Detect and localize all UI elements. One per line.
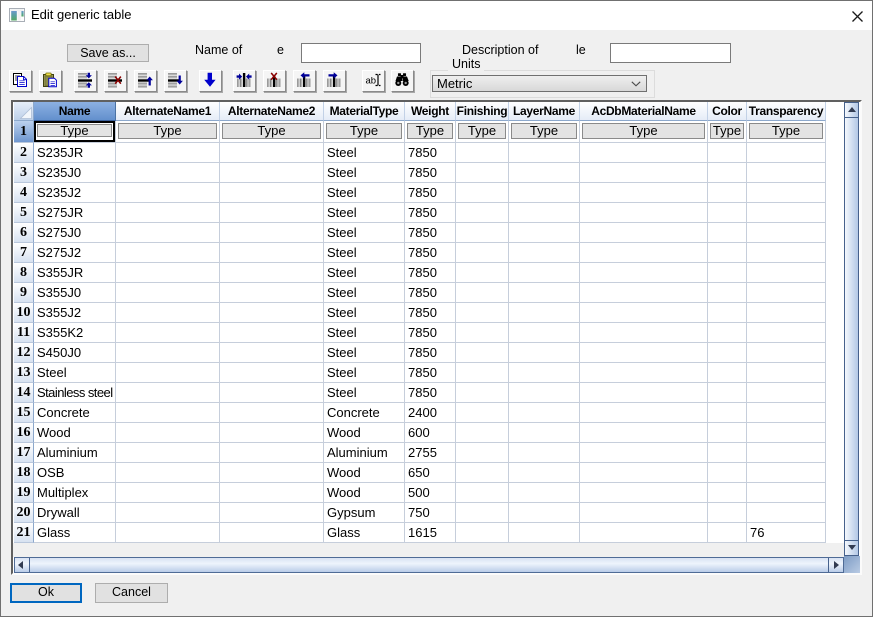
- svg-text:ab: ab: [366, 76, 377, 87]
